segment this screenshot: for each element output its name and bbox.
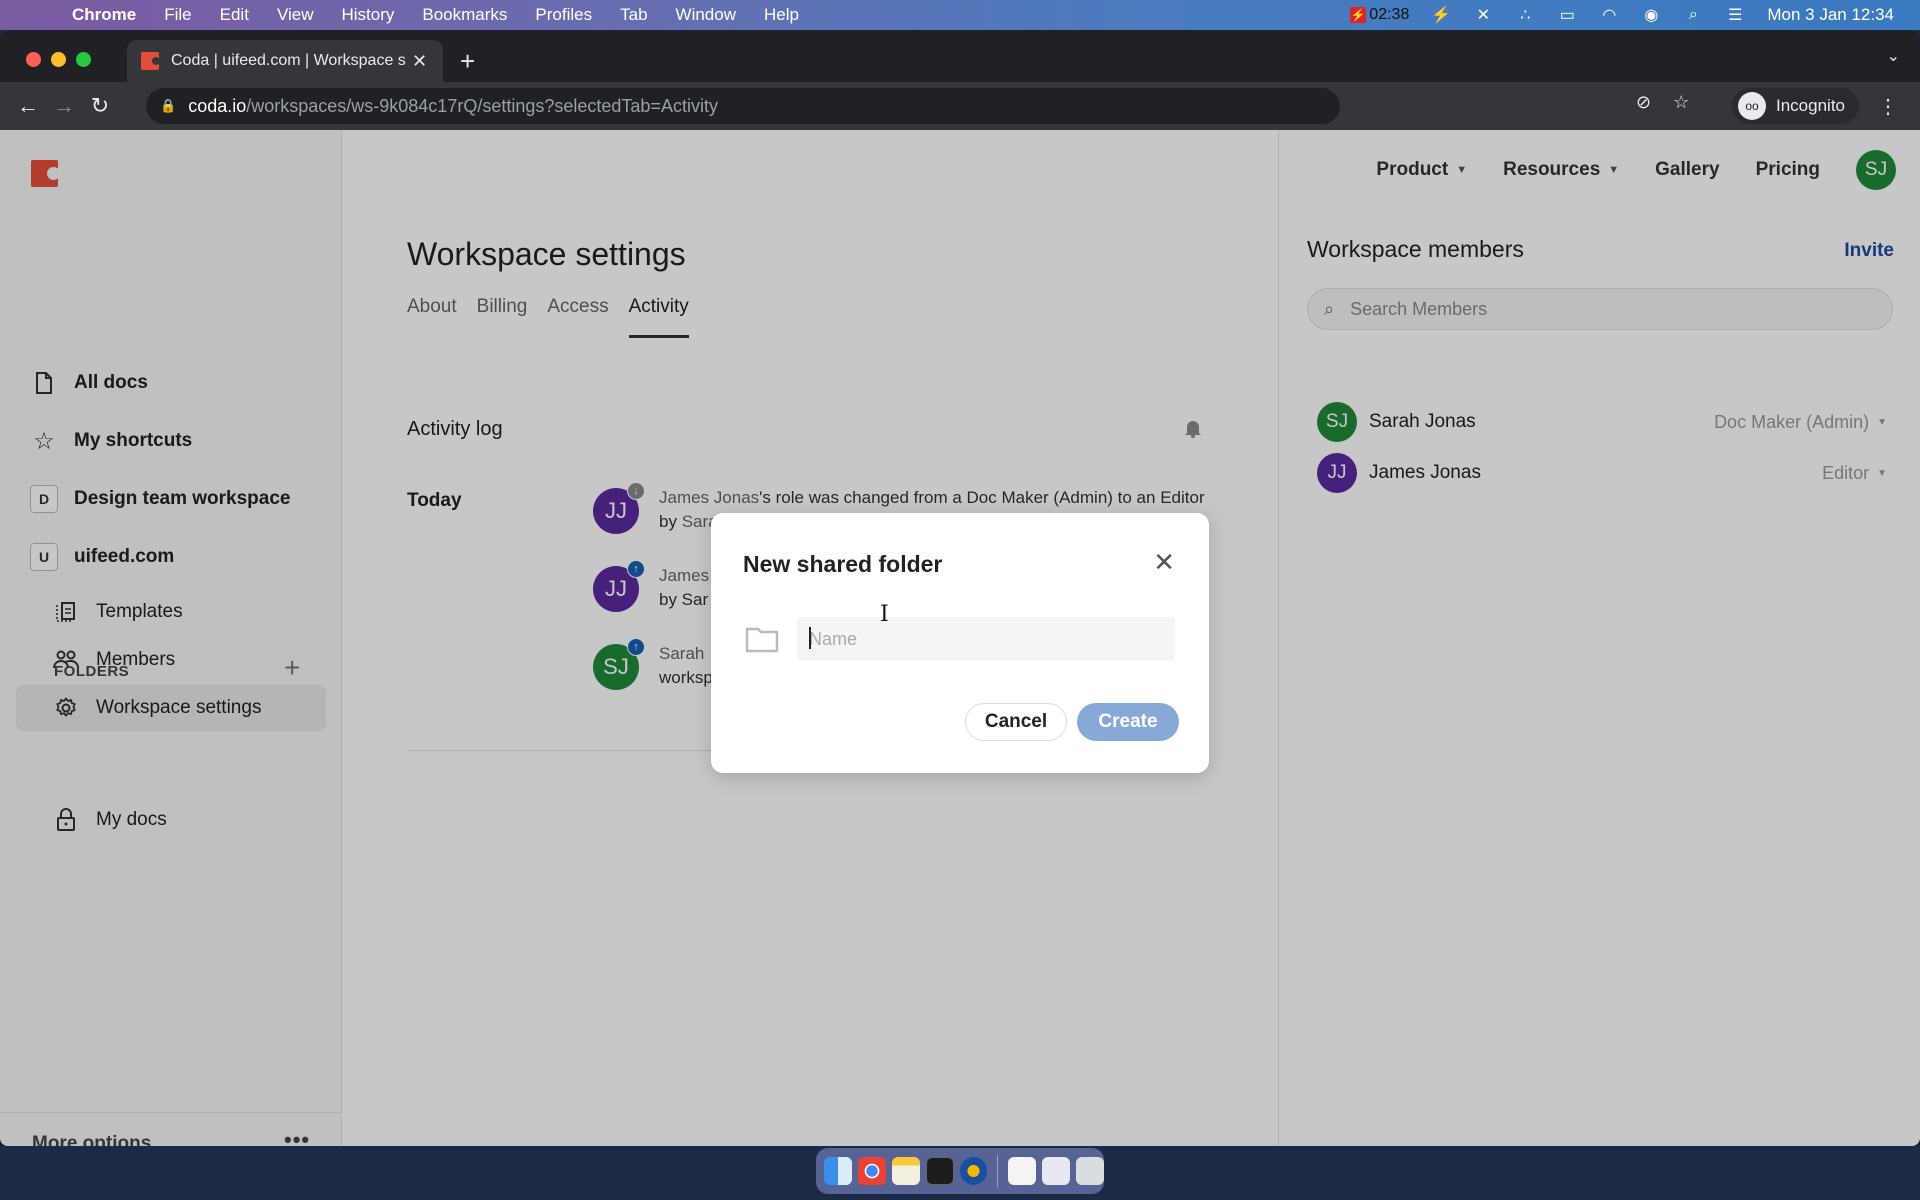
close-tab-icon[interactable]: ✕	[412, 51, 427, 72]
menu-bookmarks[interactable]: Bookmarks	[422, 5, 507, 25]
trash-icon[interactable]	[1076, 1157, 1105, 1185]
bookmark-star-icon[interactable]: ☆	[1673, 92, 1689, 113]
tab-search-chevron-icon[interactable]: ⌄	[1887, 46, 1900, 66]
url-path: /workspaces/ws-9k084c17rQ/settings?selec…	[246, 95, 718, 116]
url-host: coda.io	[188, 95, 247, 116]
menu-profiles[interactable]: Profiles	[535, 5, 592, 25]
finder-icon[interactable]	[824, 1157, 852, 1185]
menu-file[interactable]: File	[164, 5, 191, 25]
tab-strip: Coda | uifeed.com | Workspace settings ✕…	[0, 30, 1920, 82]
screenshot-thumbnail-icon[interactable]	[1042, 1157, 1071, 1185]
lock-icon[interactable]: 🔒	[160, 98, 176, 114]
chrome-icon[interactable]	[857, 1157, 886, 1185]
new-shared-folder-dialog: New shared folder ✕ Cancel Create	[711, 513, 1209, 773]
terminal-icon[interactable]	[925, 1157, 954, 1185]
dialog-title: New shared folder	[743, 551, 943, 577]
create-button[interactable]: Create	[1077, 703, 1179, 741]
bolt-app-icon[interactable]: ⚡	[1431, 5, 1451, 25]
address-bar[interactable]: 🔒 coda.io/workspaces/ws-9k084c17rQ/setti…	[146, 88, 1340, 124]
mouse-ibeam-cursor-icon: I	[880, 602, 889, 627]
spotlight-search-icon[interactable]: ⌕	[1683, 5, 1703, 25]
dots-status-icon[interactable]: ∴	[1515, 5, 1535, 25]
address-bar-actions: ⊘ ☆	[1636, 92, 1689, 113]
status-area: ⚡ 02:38 ⚡ ✕ ∴ ▭ ◠ ◉ ⌕ ☰ Mon 3 Jan 12:34	[1350, 0, 1894, 30]
document-file-icon[interactable]	[1008, 1157, 1037, 1185]
menu-tab[interactable]: Tab	[620, 5, 647, 25]
incognito-icon: oo	[1738, 92, 1766, 120]
window-controls	[26, 52, 91, 67]
wifi-icon[interactable]: ◠	[1599, 5, 1619, 25]
incognito-label: Incognito	[1776, 96, 1845, 115]
menu-app-name[interactable]: Chrome	[72, 5, 136, 25]
browser-tab-active[interactable]: Coda | uifeed.com | Workspace settings ✕	[127, 40, 443, 82]
folder-name-input[interactable]	[797, 617, 1175, 661]
recording-time: 02:38	[1369, 6, 1410, 23]
close-window-button[interactable]	[26, 52, 41, 67]
clock[interactable]: Mon 3 Jan 12:34	[1767, 5, 1894, 25]
bolt-app-dock-icon[interactable]	[959, 1157, 988, 1185]
text-caret	[809, 627, 811, 649]
battery-icon[interactable]: ▭	[1557, 5, 1577, 25]
menu-help[interactable]: Help	[764, 5, 799, 25]
menu-view[interactable]: View	[277, 5, 314, 25]
forward-button[interactable]: →	[46, 93, 82, 119]
browser-toolbar: ← → ↻ 🔒 coda.io/workspaces/ws-9k084c17rQ…	[0, 82, 1920, 130]
coda-favicon-icon	[141, 52, 160, 70]
bluetooth-off-icon[interactable]: ✕	[1473, 5, 1493, 25]
macos-menu-bar: Chrome File Edit View History Bookmarks …	[0, 0, 1920, 30]
recording-icon: ⚡	[1350, 7, 1367, 23]
notes-icon[interactable]	[891, 1157, 920, 1185]
macos-dock	[816, 1148, 1105, 1194]
tracking-protection-eye-off-icon[interactable]: ⊘	[1636, 92, 1651, 113]
menu-edit[interactable]: Edit	[220, 5, 249, 25]
chrome-menu-icon[interactable]: ⋮	[1878, 94, 1898, 119]
menu-history[interactable]: History	[341, 5, 394, 25]
control-center-icon[interactable]: ☰	[1725, 5, 1745, 25]
folder-icon	[745, 627, 779, 653]
maximize-window-button[interactable]	[76, 52, 91, 67]
back-button[interactable]: ←	[10, 93, 46, 119]
tab-title: Coda | uifeed.com | Workspace settings	[171, 52, 406, 69]
user-account-icon[interactable]: ◉	[1641, 5, 1661, 25]
cancel-button[interactable]: Cancel	[965, 703, 1067, 741]
minimize-window-button[interactable]	[51, 52, 66, 67]
menu-window[interactable]: Window	[676, 5, 736, 25]
reload-button[interactable]: ↻	[82, 93, 118, 119]
incognito-profile-button[interactable]: oo Incognito	[1732, 88, 1859, 124]
new-tab-button[interactable]: +	[460, 46, 475, 77]
close-dialog-icon[interactable]: ✕	[1153, 547, 1175, 578]
screen-recording-indicator[interactable]: ⚡ 02:38	[1350, 6, 1409, 24]
dock-separator	[997, 1155, 999, 1187]
